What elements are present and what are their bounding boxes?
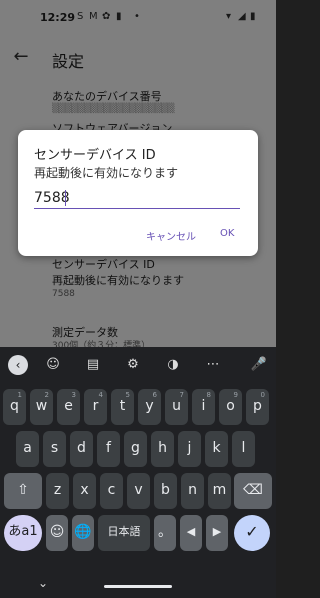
key-hint: 7	[179, 391, 184, 399]
key-hint: 9	[233, 391, 238, 399]
clipboard-icon[interactable]: ▤	[84, 356, 102, 374]
key-hint: 4	[98, 391, 103, 399]
key-e[interactable]: 3e	[57, 389, 80, 425]
key-m[interactable]: m	[208, 473, 231, 509]
navigation-bar: ⌄	[0, 572, 276, 598]
symbol-key[interactable]: あa1	[4, 515, 42, 551]
emoji-key[interactable]: ☺	[46, 515, 68, 551]
key-d[interactable]: d	[70, 431, 93, 467]
key-y[interactable]: 6y	[138, 389, 161, 425]
key-label: o	[226, 398, 235, 414]
key-r[interactable]: 4r	[84, 389, 107, 425]
keyboard-toolbar: ‹ ☺ ▤ ⚙ ◑ ⋯ 🎤	[0, 347, 276, 383]
key-i[interactable]: 8i	[192, 389, 215, 425]
key-hint: 1	[17, 391, 22, 399]
key-hint: 6	[152, 391, 157, 399]
key-t[interactable]: 5t	[111, 389, 134, 425]
keyboard: ‹ ☺ ▤ ⚙ ◑ ⋯ 🎤 1q2w3e4r5t6y7u8i9o0p asdfg…	[0, 347, 276, 598]
key-g[interactable]: g	[124, 431, 147, 467]
key-hint: 3	[71, 391, 76, 399]
key-o[interactable]: 9o	[219, 389, 242, 425]
key-p[interactable]: 0p	[246, 389, 269, 425]
delete-key[interactable]: ⌫	[234, 473, 272, 509]
shift-key[interactable]: ⇧	[4, 473, 42, 509]
key-hint: 2	[44, 391, 49, 399]
key-label: r	[92, 398, 99, 414]
key-k[interactable]: k	[205, 431, 228, 467]
key-label: p	[253, 398, 262, 414]
key-label: y	[145, 398, 154, 414]
key-z[interactable]: z	[46, 473, 69, 509]
key-hint: 5	[125, 391, 130, 399]
key-n[interactable]: n	[181, 473, 204, 509]
key-label: t	[119, 398, 126, 414]
sensor-id-dialog: センサーデバイス ID 再起動後に有効になります キャンセル OK	[18, 130, 258, 256]
settings-screen: 12:29 S M ✿ ▮ • ▾ ◢ ▮ ← 設定 あなたのデバイス番号 ▒▒…	[0, 0, 276, 347]
key-q[interactable]: 1q	[3, 389, 26, 425]
key-x[interactable]: x	[73, 473, 96, 509]
key-label: u	[172, 398, 181, 414]
chevron-left-icon[interactable]: ‹	[8, 355, 28, 375]
space-key[interactable]: 日本語	[98, 515, 150, 551]
globe-key[interactable]: 🌐	[72, 515, 94, 551]
enter-key[interactable]: ✓	[234, 515, 270, 551]
cancel-button[interactable]: キャンセル	[146, 228, 196, 243]
key-label: i	[201, 398, 206, 414]
key-a[interactable]: a	[16, 431, 39, 467]
text-caret	[65, 190, 66, 206]
key-label: e	[64, 398, 73, 414]
chevron-down-icon[interactable]: ⌄	[38, 576, 48, 590]
key-hint: 0	[260, 391, 265, 399]
key-f[interactable]: f	[97, 431, 120, 467]
more-icon[interactable]: ⋯	[204, 356, 222, 374]
cursor-left-key[interactable]: ◀	[180, 515, 202, 551]
home-gesture-pill[interactable]	[104, 585, 172, 588]
ok-button[interactable]: OK	[220, 228, 234, 239]
key-hint: 8	[206, 391, 211, 399]
key-b[interactable]: b	[154, 473, 177, 509]
key-l[interactable]: l	[232, 431, 255, 467]
key-s[interactable]: s	[43, 431, 66, 467]
gear-icon[interactable]: ⚙	[124, 356, 142, 374]
key-c[interactable]: c	[100, 473, 123, 509]
mic-icon[interactable]: 🎤	[250, 356, 268, 374]
dialog-message: 再起動後に有効になります	[34, 166, 179, 180]
sticker-icon[interactable]: ☺	[44, 356, 62, 374]
key-j[interactable]: j	[178, 431, 201, 467]
cursor-right-key[interactable]: ▶	[206, 515, 228, 551]
key-label: q	[10, 398, 19, 414]
dialog-title: センサーデバイス ID	[34, 148, 156, 163]
palette-icon[interactable]: ◑	[164, 356, 182, 374]
period-key[interactable]: 。	[154, 515, 176, 551]
key-h[interactable]: h	[151, 431, 174, 467]
key-label: w	[35, 398, 48, 414]
key-u[interactable]: 7u	[165, 389, 188, 425]
key-w[interactable]: 2w	[30, 389, 53, 425]
key-v[interactable]: v	[127, 473, 150, 509]
